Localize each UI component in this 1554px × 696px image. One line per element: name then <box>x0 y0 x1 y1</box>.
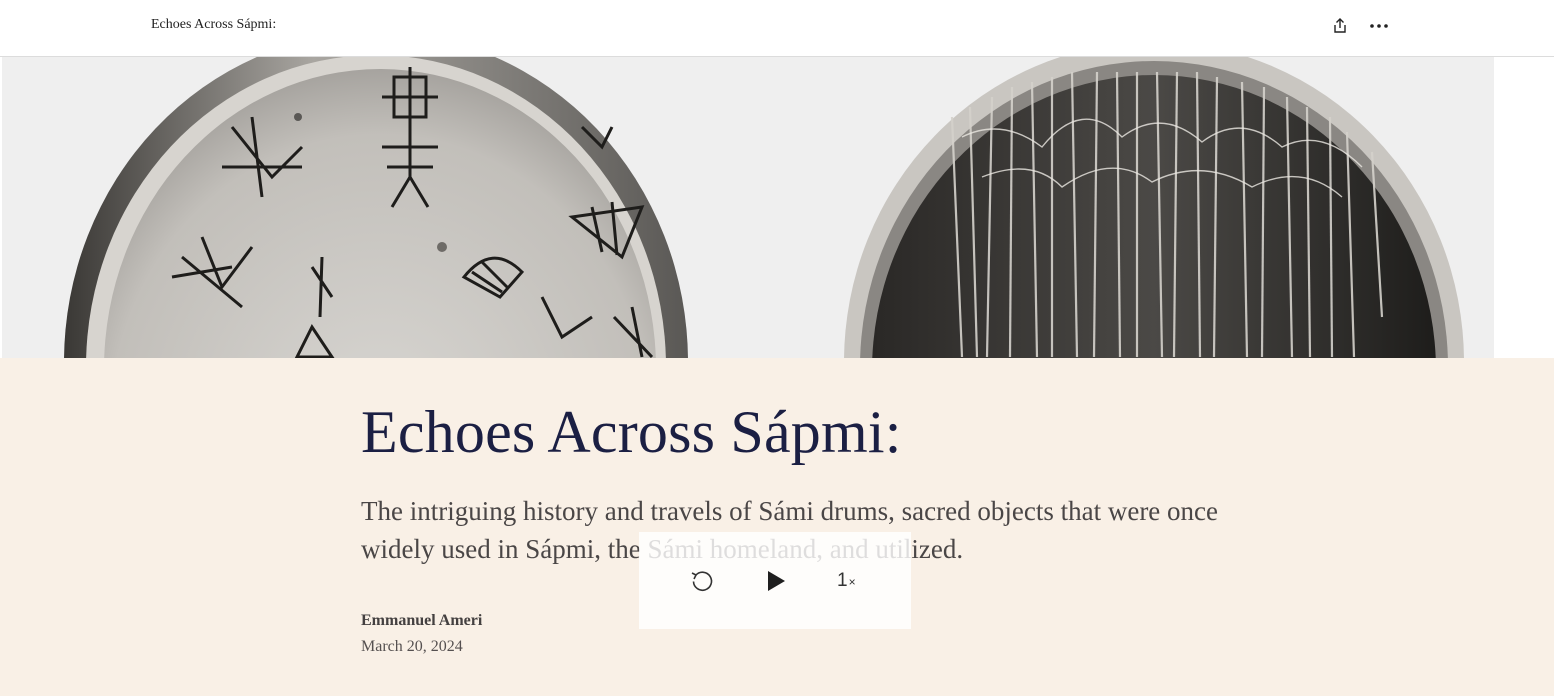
article-author[interactable]: Emmanuel Ameri <box>361 612 482 630</box>
audio-player: 1× <box>639 532 911 629</box>
share-icon[interactable] <box>1330 16 1350 36</box>
playback-speed-suffix: × <box>848 575 856 589</box>
top-bar: Echoes Across Sápmi: <box>0 0 1554 57</box>
more-horizontal-icon[interactable] <box>1368 16 1390 36</box>
playback-speed-value: 1 <box>837 570 848 591</box>
article-date: March 20, 2024 <box>361 638 463 655</box>
replay-icon[interactable] <box>689 568 715 594</box>
hero-image <box>2 57 1494 358</box>
article-headline: Echoes Across Sápmi: <box>361 399 902 465</box>
hero-image-drums <box>64 57 1464 358</box>
play-icon[interactable] <box>765 570 787 592</box>
playback-speed-button[interactable]: 1× <box>837 570 856 592</box>
app-title: Echoes Across Sápmi: <box>151 17 277 32</box>
